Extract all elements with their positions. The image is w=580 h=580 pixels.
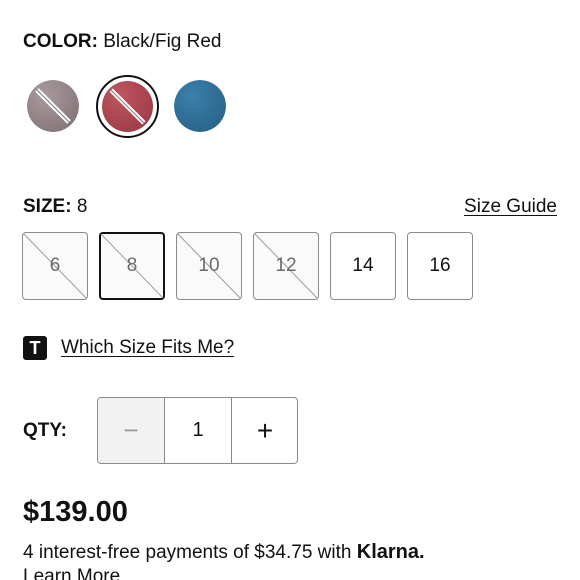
- size-value: 8: [76, 196, 88, 217]
- decrease-quantity-button[interactable]: −: [98, 398, 165, 463]
- size-fit-row: T Which Size Fits Me?: [23, 335, 234, 361]
- color-swatch-blue[interactable]: [174, 80, 226, 132]
- unavailable-slash-icon: [35, 88, 71, 124]
- true-fit-logo-icon: T: [23, 336, 47, 360]
- learn-more-link[interactable]: Learn More: [23, 566, 120, 580]
- size-option-label: 16: [429, 255, 451, 276]
- size-option-label: 8: [126, 255, 138, 276]
- installments-text: 4 interest-free payments of $34.75 with: [23, 542, 352, 563]
- size-option-label: 6: [49, 255, 61, 276]
- color-value: Black/Fig Red: [103, 31, 222, 52]
- size-label-key: SIZE:: [23, 196, 72, 217]
- color-swatch-fig-red[interactable]: [96, 75, 159, 138]
- size-option-6[interactable]: 6: [22, 232, 88, 300]
- size-option-14[interactable]: 14: [330, 232, 396, 300]
- color-label-key: COLOR:: [23, 31, 98, 52]
- increase-quantity-button[interactable]: +: [232, 398, 297, 463]
- size-option-8[interactable]: 8: [99, 232, 165, 300]
- product-price: $139.00: [23, 496, 128, 528]
- unavailable-slash-icon: [109, 88, 146, 125]
- size-label: SIZE: 8: [23, 195, 87, 219]
- color-label: COLOR: Black/Fig Red: [23, 30, 222, 54]
- which-size-fits-link[interactable]: Which Size Fits Me?: [61, 337, 234, 359]
- size-option-label: 12: [275, 255, 297, 276]
- size-option-label: 14: [352, 255, 374, 276]
- size-guide-link[interactable]: Size Guide: [464, 195, 557, 219]
- product-options-panel: COLOR: Black/Fig Red SIZE: 8 Size Guide: [0, 0, 580, 580]
- installments-info: 4 interest-free payments of $34.75 with …: [23, 541, 425, 564]
- size-option-12[interactable]: 12: [253, 232, 319, 300]
- size-option-16[interactable]: 16: [407, 232, 473, 300]
- qty-label: QTY:: [23, 420, 67, 441]
- klarna-logo: Klarna.: [356, 541, 425, 563]
- size-option-label: 10: [198, 255, 220, 276]
- size-option-10[interactable]: 10: [176, 232, 242, 300]
- quantity-stepper: − 1 +: [97, 397, 298, 464]
- quantity-value[interactable]: 1: [165, 398, 232, 463]
- color-swatch-grey[interactable]: [27, 80, 79, 132]
